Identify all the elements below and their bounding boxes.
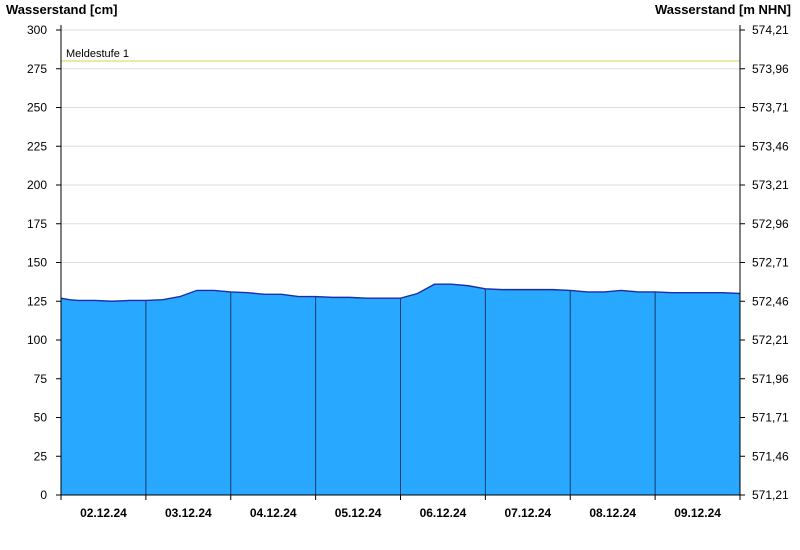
left-tick-label-1: 25	[34, 449, 48, 463]
right-tick-label-10: 573,71	[752, 101, 789, 115]
x-tick-label-7: 09.12.24	[674, 506, 721, 520]
right-tick-labels: 571,21 571,46 571,71 571,96 572,21 572,46 572,…	[752, 23, 789, 502]
left-tick-label-5: 125	[27, 294, 47, 308]
right-tick-label-2: 571,71	[752, 411, 789, 425]
x-tick-labels: 02.12.24 03.12.24 04.12.24 05.12.24 06.12.24…	[80, 506, 721, 520]
threshold-layer: Meldestufe 1	[61, 48, 740, 62]
left-tick-label-6: 150	[27, 256, 47, 270]
right-tick-label-4: 572,21	[752, 333, 789, 347]
x-tick-label-6: 08.12.24	[589, 506, 636, 520]
left-tick-label-7: 175	[27, 217, 47, 231]
left-tick-label-4: 100	[27, 333, 47, 347]
right-tick-label-0: 571,21	[752, 488, 789, 502]
right-tick-label-8: 573,21	[752, 178, 789, 192]
left-tick-label-2: 50	[34, 411, 48, 425]
right-axis-title: Wasserstand [m NHN]	[655, 2, 791, 17]
right-tick-label-12: 574,21	[752, 23, 789, 37]
x-tick-label-4: 06.12.24	[420, 506, 467, 520]
threshold-label: Meldestufe 1	[66, 48, 129, 60]
right-tick-label-7: 572,96	[752, 217, 789, 231]
right-tick-label-1: 571,46	[752, 449, 789, 463]
left-tick-labels: 0 25 50 75 100 125 150 175 200 225 250 275 300	[27, 23, 47, 502]
right-tick-label-3: 571,96	[752, 372, 789, 386]
left-tick-label-8: 200	[27, 178, 47, 192]
water-level-chart: Meldestufe 1 0 25 50 75 100 125 150 175 200 225 25…	[6, 2, 791, 520]
x-tick-label-5: 07.12.24	[504, 506, 551, 520]
x-tick-label-2: 04.12.24	[250, 506, 297, 520]
left-tick-label-9: 225	[27, 139, 47, 153]
left-tick-label-0: 0	[40, 488, 47, 502]
left-tick-label-3: 75	[34, 372, 48, 386]
left-tick-label-10: 250	[27, 101, 47, 115]
x-tick-label-3: 05.12.24	[335, 506, 382, 520]
x-tick-label-1: 03.12.24	[165, 506, 212, 520]
right-tick-label-6: 572,71	[752, 256, 789, 270]
right-tick-label-11: 573,96	[752, 62, 789, 76]
x-tick-label-0: 02.12.24	[80, 506, 127, 520]
right-tick-label-9: 573,46	[752, 139, 789, 153]
left-tick-label-12: 300	[27, 23, 47, 37]
left-axis-title: Wasserstand [cm]	[6, 2, 118, 17]
right-tick-label-5: 572,46	[752, 294, 789, 308]
left-tick-label-11: 275	[27, 62, 47, 76]
